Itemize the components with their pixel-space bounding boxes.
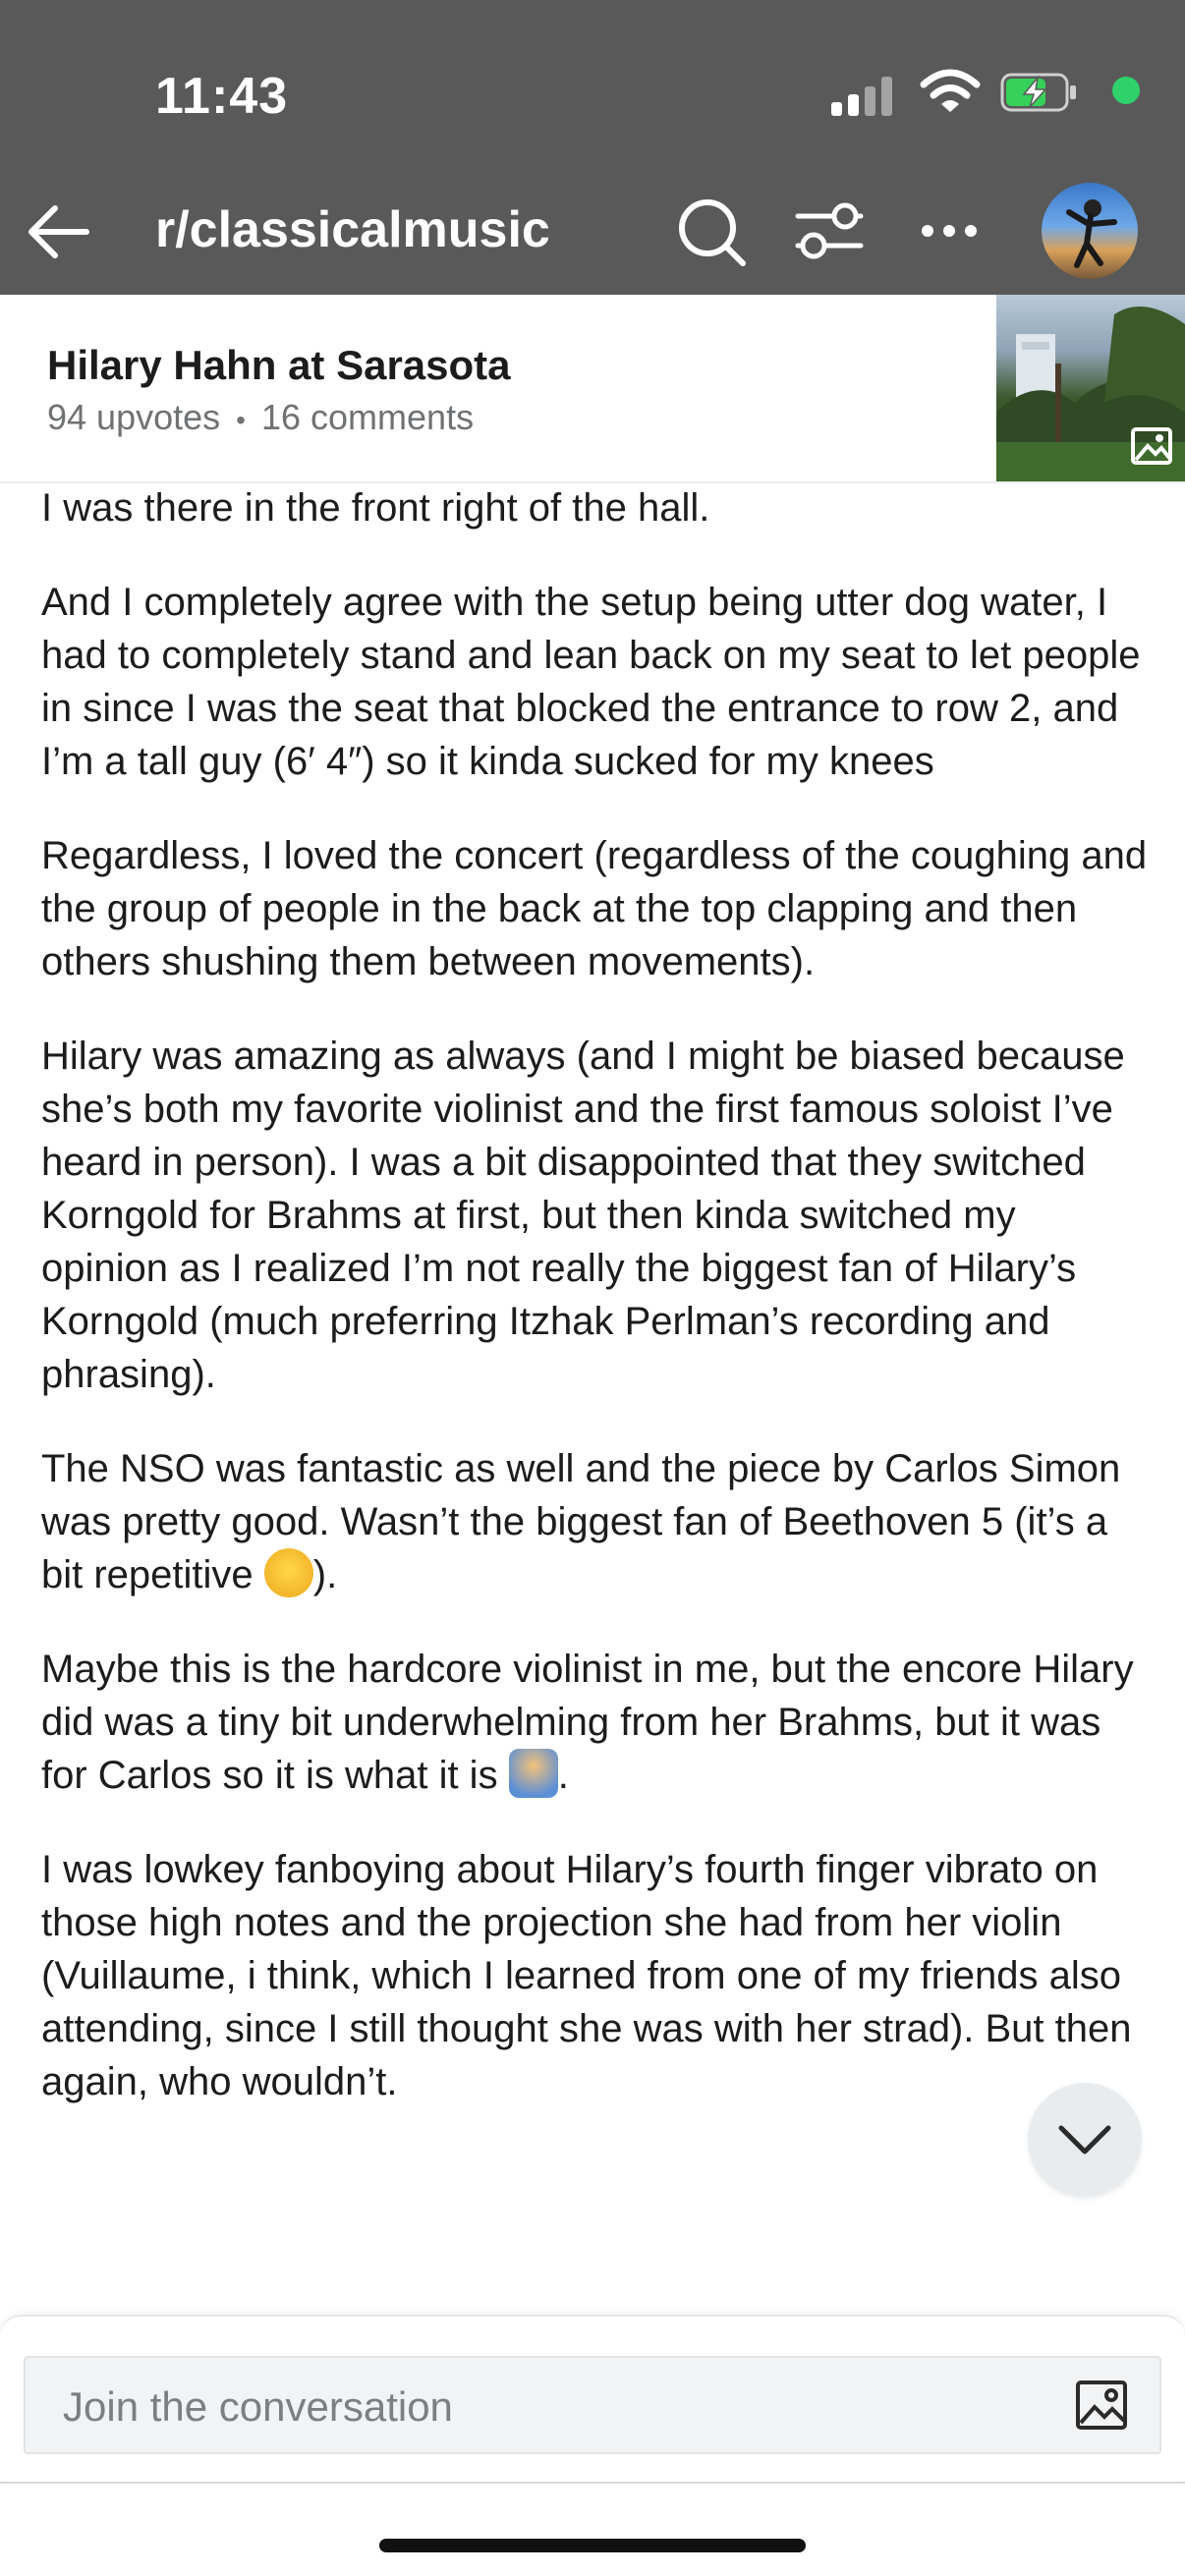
search-icon[interactable]	[674, 195, 749, 269]
comment-paragraph: I was lowkey fanboying about Hilary’s fo…	[41, 1848, 1132, 2103]
wifi-icon	[920, 69, 981, 112]
avatar-figure-icon	[1066, 199, 1117, 268]
comment-text: ).	[312, 1553, 338, 1596]
image-icon	[1131, 427, 1172, 465]
filter-icon[interactable]	[794, 200, 865, 263]
meta-separator: •	[236, 405, 246, 435]
comment-count: 16 comments	[260, 397, 475, 437]
reply-composer: Join the conversation	[0, 2315, 1185, 2484]
grinning-sweat-emoji	[263, 1548, 313, 1597]
avatar[interactable]	[1042, 183, 1138, 279]
battery-charging-icon	[1000, 73, 1076, 112]
comment-body: I was there in the front right of the ha…	[41, 481, 1152, 2309]
subreddit-name[interactable]: r/classicalmusic	[155, 200, 550, 259]
reply-input[interactable]: Join the conversation	[24, 2356, 1161, 2454]
chevron-down-icon	[1058, 2125, 1111, 2155]
comment-paragraph: Hilary was amazing as always (and I migh…	[41, 1035, 1125, 1396]
nav-bar: r/classicalmusic	[0, 177, 1185, 285]
comment-paragraph: I was there in the front right of the ha…	[41, 486, 710, 530]
comment-text: The NSO was fantastic as well and the pi…	[41, 1447, 1121, 1596]
reply-placeholder: Join the conversation	[63, 2383, 453, 2430]
comment-paragraph: And I completely agree with the setup be…	[41, 581, 1141, 783]
more-horizontal-icon[interactable]	[918, 206, 981, 255]
post-header[interactable]: Hilary Hahn at Sarasota 94 upvotes • 16 …	[0, 295, 1185, 483]
comment-text: Maybe this is the hardcore violinist in …	[41, 1648, 1134, 1797]
comment-paragraph: Regardless, I loved the concert (regardl…	[41, 834, 1148, 983]
upvote-count: 94 upvotes	[47, 397, 221, 437]
home-indicator[interactable]	[379, 2539, 806, 2552]
arrow-left-icon[interactable]	[24, 200, 92, 263]
divider	[0, 2482, 1185, 2484]
comment-paragraph: Maybe this is the hardcore violinist in …	[41, 1643, 1152, 1802]
post-thumbnail[interactable]	[996, 295, 1185, 481]
scroll-down-button[interactable]	[1028, 2083, 1142, 2197]
comment-text: .	[557, 1754, 569, 1797]
status-time: 11:43	[155, 68, 289, 125]
comment-paragraph: The NSO was fantastic as well and the pi…	[41, 1442, 1152, 1601]
app-header: 11:43 r/classicalmusic	[0, 0, 1185, 295]
image-icon[interactable]	[1075, 2380, 1128, 2431]
post-meta: 94 upvotes • 16 comments	[47, 397, 474, 438]
online-status-dot	[1108, 73, 1144, 108]
post-title: Hilary Hahn at Sarasota	[47, 342, 511, 388]
cellular-signal-icon	[831, 73, 892, 116]
person-shrugging-emoji	[508, 1749, 558, 1798]
